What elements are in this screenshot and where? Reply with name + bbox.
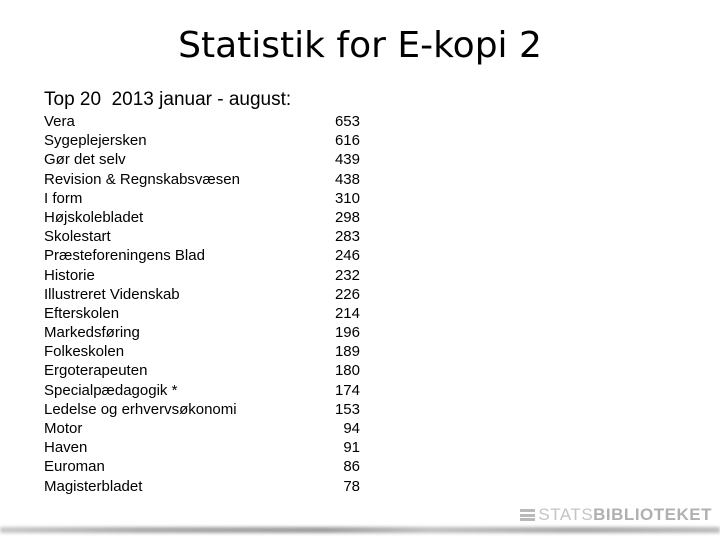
item-name: Revision & Regnskabsvæsen	[44, 170, 240, 188]
item-value: 653	[334, 113, 360, 130]
list-heading: Top 20 2013 januar - august:	[44, 89, 292, 110]
item-value: 246	[334, 247, 360, 265]
list-item: Revision & Regnskabsvæsen 438	[44, 170, 360, 189]
item-value: 298	[334, 208, 360, 226]
item-name: Præsteforeningens Blad	[44, 247, 205, 265]
stacked-bars-icon	[520, 509, 536, 521]
item-name: Markedsføring	[44, 324, 140, 342]
list-item: Gør det selv 439	[44, 150, 360, 169]
list-item: Præsteforeningens Blad 246	[44, 246, 360, 265]
item-name: Euroman	[44, 458, 105, 476]
item-name: I form	[44, 189, 83, 207]
item-name: Haven	[44, 439, 88, 457]
item-name: Vera	[44, 113, 75, 130]
item-value: 310	[334, 189, 360, 207]
item-name: Folkeskolen	[44, 343, 125, 361]
footer-divider	[0, 527, 720, 533]
top-20-list: Vera 653 Sygeplejersken 616 Gør det selv 43…	[44, 112, 360, 496]
item-name: Historie	[44, 266, 95, 284]
list-item: Folkeskolen 189	[44, 342, 360, 361]
list-item: Specialpædagogik * 174	[44, 381, 360, 400]
list-item: Markedsføring 196	[44, 323, 360, 342]
list-item: Historie 232	[44, 266, 360, 285]
list-item: Haven 91	[44, 438, 360, 457]
list-item: Skolestart 283	[44, 227, 360, 246]
item-value: 232	[334, 266, 360, 284]
item-value: 94	[343, 420, 360, 437]
item-name: Efterskolen	[44, 304, 120, 322]
item-name: Magisterbladet	[44, 477, 143, 495]
item-value: 174	[334, 381, 360, 399]
list-item: Vera 653	[44, 112, 360, 131]
list-item: Magisterbladet 78	[44, 477, 360, 496]
item-name: Sygeplejersken	[44, 132, 147, 150]
item-value: 86	[343, 458, 360, 476]
list-item: Højskolebladet 298	[44, 208, 360, 227]
item-value: 91	[343, 439, 360, 457]
list-item: Euroman 86	[44, 457, 360, 476]
list-item: Sygeplejersken 616	[44, 131, 360, 150]
list-item: Motor 94	[44, 419, 360, 438]
item-name: Motor	[44, 420, 83, 437]
item-name: Illustreret Videnskab	[44, 285, 180, 303]
item-name: Gør det selv	[44, 151, 126, 169]
item-value: 438	[334, 170, 360, 188]
slide: Statistik for E-kopi 2 Top 20 2013 janua…	[0, 0, 720, 540]
list-item: Efterskolen 214	[44, 304, 360, 323]
item-name: Højskolebladet	[44, 208, 144, 226]
item-value: 616	[334, 132, 360, 150]
slide-title: Statistik for E-kopi 2	[178, 25, 542, 66]
statsbiblioteket-logo: STATS BIBLIOTEKET	[520, 505, 712, 525]
list-item: Ledelse og erhvervsøkonomi 153	[44, 400, 360, 419]
item-value: 153	[334, 400, 360, 418]
item-value: 439	[334, 151, 360, 169]
logo-text-light: STATS	[538, 505, 594, 524]
item-name: Specialpædagogik *	[44, 381, 178, 399]
logo-text-bold: BIBLIOTEKET	[593, 505, 712, 524]
item-value: 226	[334, 285, 360, 303]
list-item: Ergoterapeuten 180	[44, 361, 360, 380]
item-name: Ergoterapeuten	[44, 362, 148, 380]
item-value: 180	[334, 362, 360, 380]
item-value: 283	[334, 228, 360, 246]
item-value: 214	[334, 304, 360, 322]
item-value: 196	[334, 324, 360, 342]
item-value: 78	[343, 477, 360, 495]
list-item: Illustreret Videnskab 226	[44, 285, 360, 304]
item-name: Skolestart	[44, 228, 111, 246]
list-item: I form 310	[44, 189, 360, 208]
item-value: 189	[334, 343, 360, 361]
item-name: Ledelse og erhvervsøkonomi	[44, 400, 237, 418]
